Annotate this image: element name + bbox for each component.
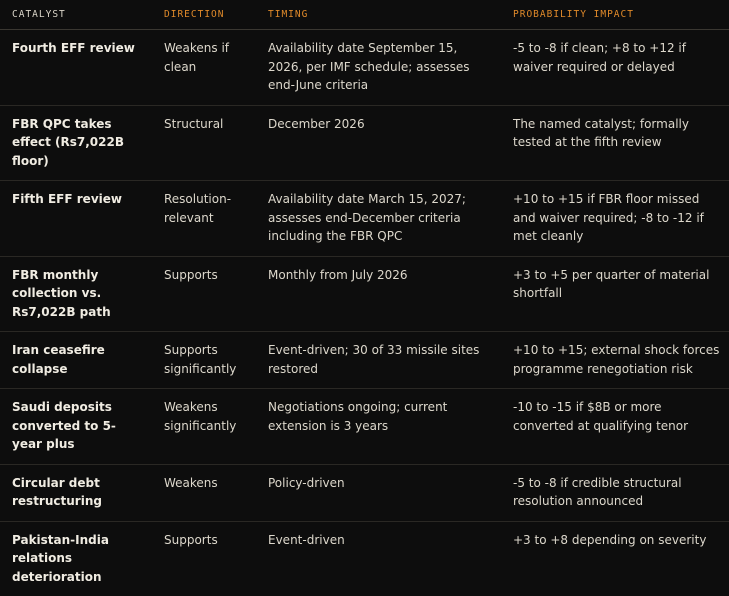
cell-impact: -10 to -15 if $8B or more converted at q… (501, 389, 729, 465)
cell-catalyst: Saudi deposits converted to 5-year plus (0, 389, 152, 465)
header-timing: TIMING (256, 0, 501, 30)
header-row: CATALYST DIRECTION TIMING PROBABILITY IM… (0, 0, 729, 30)
cell-direction: Weakens (152, 464, 256, 521)
cell-timing: Monthly from July 2026 (256, 256, 501, 332)
table-row: Pakistan-India relations deterioration S… (0, 521, 729, 596)
cell-direction: Supports (152, 521, 256, 596)
cell-catalyst: Iran ceasefire collapse (0, 332, 152, 389)
cell-direction: Supports significantly (152, 332, 256, 389)
cell-catalyst: Circular debt restructuring (0, 464, 152, 521)
table-row: Iran ceasefire collapse Supports signifi… (0, 332, 729, 389)
cell-timing: Event-driven; 30 of 33 missile sites res… (256, 332, 501, 389)
cell-timing: Policy-driven (256, 464, 501, 521)
cell-timing: Availability date September 15, 2026, pe… (256, 30, 501, 106)
cell-direction: Weakens if clean (152, 30, 256, 106)
cell-direction: Resolution-relevant (152, 181, 256, 257)
cell-timing: Negotiations ongoing; current extension … (256, 389, 501, 465)
cell-impact: +10 to +15 if FBR floor missed and waive… (501, 181, 729, 257)
table-row: FBR QPC takes effect (Rs7,022B floor) St… (0, 105, 729, 181)
cell-impact: -5 to -8 if clean; +8 to +12 if waiver r… (501, 30, 729, 106)
table-row: Fourth EFF review Weakens if clean Avail… (0, 30, 729, 106)
table-row: Saudi deposits converted to 5-year plus … (0, 389, 729, 465)
cell-impact: +10 to +15; external shock forces progra… (501, 332, 729, 389)
catalyst-table: CATALYST DIRECTION TIMING PROBABILITY IM… (0, 0, 729, 596)
cell-impact: -5 to -8 if credible structural resoluti… (501, 464, 729, 521)
cell-impact: +3 to +5 per quarter of material shortfa… (501, 256, 729, 332)
cell-catalyst: Fifth EFF review (0, 181, 152, 257)
cell-impact: +3 to +8 depending on severity (501, 521, 729, 596)
cell-impact: The named catalyst; formally tested at t… (501, 105, 729, 181)
header-catalyst: CATALYST (0, 0, 152, 30)
table-row: Fifth EFF review Resolution-relevant Ava… (0, 181, 729, 257)
cell-direction: Structural (152, 105, 256, 181)
cell-direction: Weakens significantly (152, 389, 256, 465)
table-row: Circular debt restructuring Weakens Poli… (0, 464, 729, 521)
header-probability-impact: PROBABILITY IMPACT (501, 0, 729, 30)
cell-catalyst: Pakistan-India relations deterioration (0, 521, 152, 596)
cell-timing: December 2026 (256, 105, 501, 181)
cell-direction: Supports (152, 256, 256, 332)
cell-catalyst: FBR monthly collection vs. Rs7,022B path (0, 256, 152, 332)
cell-timing: Availability date March 15, 2027; assess… (256, 181, 501, 257)
cell-timing: Event-driven (256, 521, 501, 596)
header-direction: DIRECTION (152, 0, 256, 30)
table-row: FBR monthly collection vs. Rs7,022B path… (0, 256, 729, 332)
table-header: CATALYST DIRECTION TIMING PROBABILITY IM… (0, 0, 729, 30)
cell-catalyst: FBR QPC takes effect (Rs7,022B floor) (0, 105, 152, 181)
table-body: Fourth EFF review Weakens if clean Avail… (0, 30, 729, 596)
cell-catalyst: Fourth EFF review (0, 30, 152, 106)
